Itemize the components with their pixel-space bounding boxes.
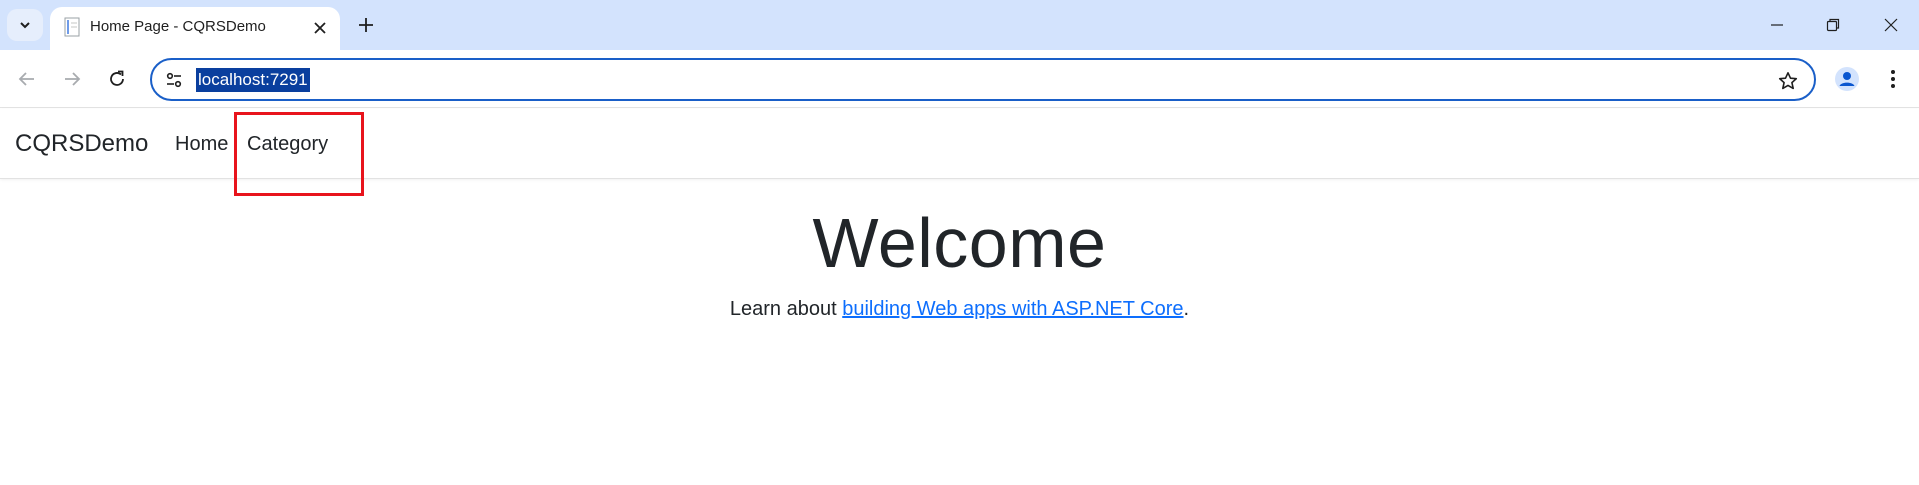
site-info-button[interactable] (162, 68, 186, 92)
browser-menu-button[interactable] (1876, 62, 1910, 96)
tune-icon (166, 72, 182, 88)
new-tab-button[interactable] (352, 11, 380, 39)
learn-suffix: . (1183, 298, 1190, 320)
chevron-down-icon (20, 22, 30, 29)
plus-icon (359, 18, 373, 32)
url-text[interactable]: localhost:7291 (196, 68, 310, 92)
back-button[interactable] (10, 62, 44, 96)
profile-button[interactable] (1830, 62, 1864, 96)
tab-search-button[interactable] (7, 9, 43, 41)
arrow-left-icon (18, 72, 34, 86)
restore-icon (1826, 18, 1840, 32)
tab-title: Home Page - CQRSDemo (90, 18, 266, 35)
annotation-highlight-box (234, 112, 364, 196)
reload-button[interactable] (100, 62, 134, 96)
learn-prefix: Learn about (729, 298, 843, 320)
star-icon (1778, 72, 1798, 90)
forward-button[interactable] (55, 62, 89, 96)
close-icon (314, 22, 326, 34)
bookmark-button[interactable] (1774, 67, 1802, 95)
address-bar[interactable]: localhost:7291 (150, 58, 1816, 101)
nav-link-home[interactable]: Home (175, 133, 228, 156)
person-icon (1835, 67, 1859, 91)
site-brand-link[interactable]: CQRSDemo (15, 130, 148, 158)
kebab-menu-icon (1891, 70, 1895, 88)
restore-button[interactable] (1816, 10, 1850, 40)
aspnet-docs-link[interactable]: building Web apps with ASP.NET Core (842, 298, 1183, 320)
page-heading: Welcome (812, 204, 1107, 282)
learn-more-text: Learn about building Web apps with ASP.N… (0, 298, 1919, 321)
close-window-button[interactable] (1874, 10, 1908, 40)
browser-tab-active[interactable]: Home Page - CQRSDemo (50, 7, 340, 50)
arrow-right-icon (65, 72, 81, 86)
browser-toolbar: localhost:7291 (0, 50, 1919, 108)
reload-icon (110, 70, 124, 86)
browser-tabstrip: Home Page - CQRSDemo (0, 0, 1919, 50)
minimize-icon (1771, 24, 1783, 26)
minimize-button[interactable] (1760, 10, 1794, 40)
tab-close-button[interactable] (308, 16, 332, 40)
close-icon (1884, 18, 1898, 32)
document-icon (64, 17, 80, 37)
